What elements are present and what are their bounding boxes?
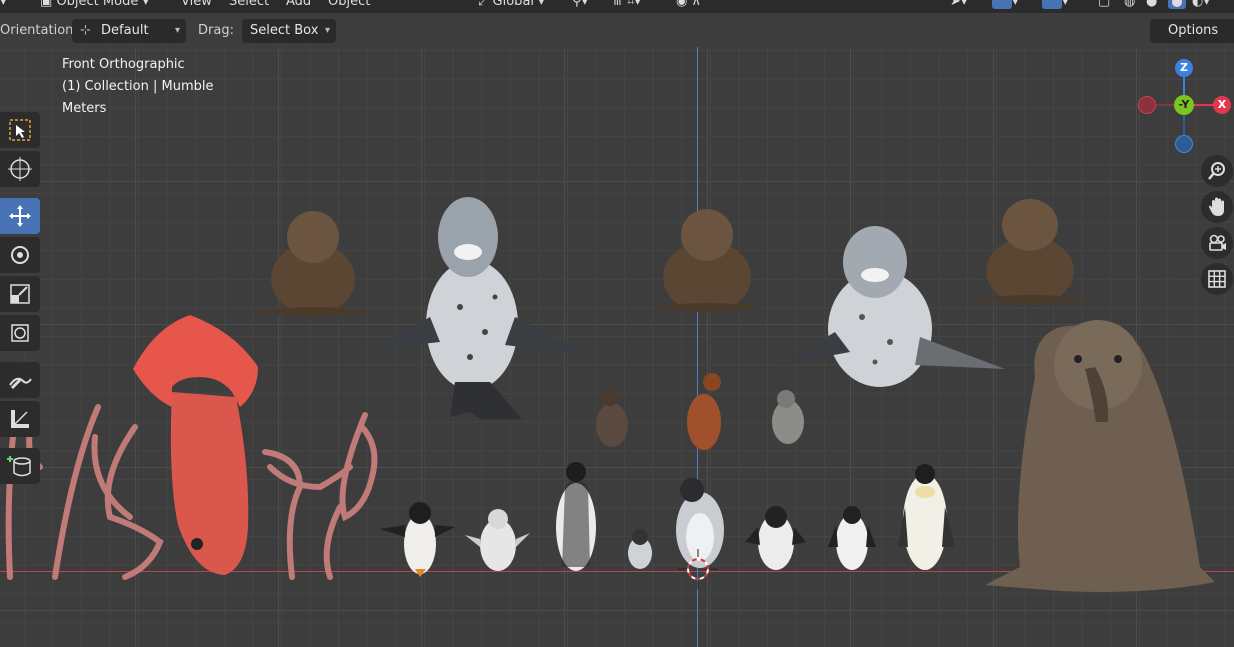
add-cube-icon <box>7 456 31 477</box>
snap-icon[interactable]: ⋔ ⌗▾ <box>612 0 641 9</box>
shading-wireframe-icon[interactable]: ◍ <box>1124 0 1135 9</box>
orientation-label: Orientation: <box>0 23 78 38</box>
grid-icon <box>1208 270 1226 288</box>
collection-text: (1) Collection | Mumble <box>62 79 214 94</box>
view-name-text: Front Orthographic <box>62 57 185 72</box>
proportional-editing-icon[interactable]: ◉ ∧ <box>676 0 701 9</box>
menu-add[interactable]: Add <box>286 0 311 9</box>
camera-icon <box>1209 234 1226 251</box>
rotate-tool[interactable] <box>0 237 40 273</box>
3d-viewport[interactable]: Front Orthographic (1) Collection | Mumb… <box>0 47 1234 647</box>
adelie-penguin-2 <box>745 506 806 570</box>
elephant-seal <box>985 320 1215 592</box>
transform-orientation-dropdown[interactable]: ⤢ Global ▾ <box>478 0 545 9</box>
orientation-default-icon: ⊹ <box>80 23 91 38</box>
rotate-icon <box>11 246 29 264</box>
leopard-seal-1 <box>375 197 592 419</box>
move-icon <box>9 205 31 227</box>
adelie-penguin-3 <box>828 506 876 570</box>
measure-icon <box>11 410 29 428</box>
menu-object[interactable]: Object <box>328 0 370 9</box>
drag-dropdown[interactable]: Select Box ▾ <box>242 19 336 43</box>
skua-bird-3 <box>772 390 804 444</box>
zoom-icon <box>1208 162 1225 180</box>
transform-icon <box>11 324 29 342</box>
drag-label: Drag: <box>198 23 234 38</box>
menu-select[interactable]: Select <box>229 0 269 9</box>
zoom-button[interactable] <box>1201 155 1233 187</box>
hand-icon <box>1209 197 1224 216</box>
orientation-icon: ⤢ <box>478 0 489 9</box>
toggle-ortho-button[interactable] <box>1201 263 1233 295</box>
skua-bird-1 <box>596 388 628 447</box>
gizmo-neg-z-axis[interactable] <box>1175 135 1193 153</box>
adelie-penguin-1 <box>465 509 530 571</box>
shading-material-icon[interactable] <box>1168 0 1186 9</box>
object-mode-label: Object Mode <box>56 0 139 9</box>
editor-type-menu[interactable]: ▾ <box>0 0 7 9</box>
overlays-toggle-icon[interactable]: ▾ <box>1042 0 1069 9</box>
viewport-header: ▾ ▣ Object Mode ▾ View Select Add Object… <box>0 0 1234 13</box>
weddell-seal-1 <box>255 211 372 317</box>
penguin-chick <box>628 529 652 569</box>
annotate-icon <box>9 377 32 389</box>
gizmo-z-axis[interactable]: Z <box>1175 59 1193 77</box>
units-text: Meters <box>62 101 107 116</box>
scale-icon <box>10 284 30 304</box>
emperor-penguin-1 <box>556 462 596 571</box>
tool-settings-bar: Orientation: ⊹ Default ▾ Drag: Select Bo… <box>0 13 1234 47</box>
emperor-penguin-mumble <box>676 478 724 568</box>
pivot-point-icon[interactable]: ⚲▾ <box>572 0 588 9</box>
measure-tool[interactable] <box>0 401 40 437</box>
scale-tool[interactable] <box>0 276 40 312</box>
orientation-value: Default <box>101 23 149 38</box>
3d-cursor-tool-icon <box>8 157 32 181</box>
scene-models <box>5 197 1215 592</box>
options-label: Options <box>1168 23 1219 38</box>
navigation-gizmo[interactable]: Z -Y X <box>1130 55 1234 159</box>
shading-rendered-icon[interactable]: ◐▾ <box>1192 0 1210 9</box>
orientation-dropdown[interactable]: ⊹ Default ▾ <box>72 19 186 43</box>
selectability-icon[interactable]: ➤▾ <box>950 0 967 9</box>
xray-toggle-icon[interactable]: ▢ <box>1098 0 1110 9</box>
camera-view-button[interactable] <box>1201 227 1233 259</box>
menu-view[interactable]: View <box>181 0 212 9</box>
chevron-down-icon: ▾ <box>324 25 330 36</box>
gizmo-neg-y-axis[interactable]: -Y <box>1174 95 1194 115</box>
weddell-seal-2 <box>650 209 765 313</box>
leopard-seal-2 <box>780 226 1005 387</box>
object-mode-icon: ▣ <box>40 0 53 9</box>
transform-tool[interactable] <box>0 315 40 351</box>
chevron-down-icon: ▾ <box>174 25 180 36</box>
weddell-seal-3 <box>972 199 1090 305</box>
gizmo-neg-x-axis[interactable] <box>1138 96 1156 114</box>
rockhopper-penguin <box>380 502 455 577</box>
pan-button[interactable] <box>1201 191 1233 223</box>
shading-solid-icon[interactable]: ● <box>1146 0 1157 9</box>
transform-orientation-label: Global <box>492 0 535 9</box>
move-tool[interactable] <box>0 198 40 234</box>
options-dropdown[interactable]: Options <box>1150 19 1234 43</box>
select-box-tool[interactable] <box>0 112 40 148</box>
add-cube-tool[interactable] <box>0 448 40 484</box>
annotate-tool[interactable] <box>0 362 40 398</box>
gizmo-toggle-icon[interactable]: ▾ <box>992 0 1019 9</box>
select-box-icon <box>9 119 31 141</box>
gizmo-x-axis[interactable]: X <box>1213 96 1231 114</box>
skua-bird-2 <box>687 373 721 450</box>
drag-value: Select Box <box>250 23 319 38</box>
object-mode-dropdown[interactable]: ▣ Object Mode ▾ <box>40 0 149 9</box>
emperor-penguin-2 <box>898 464 955 570</box>
cursor-tool[interactable] <box>0 151 40 187</box>
